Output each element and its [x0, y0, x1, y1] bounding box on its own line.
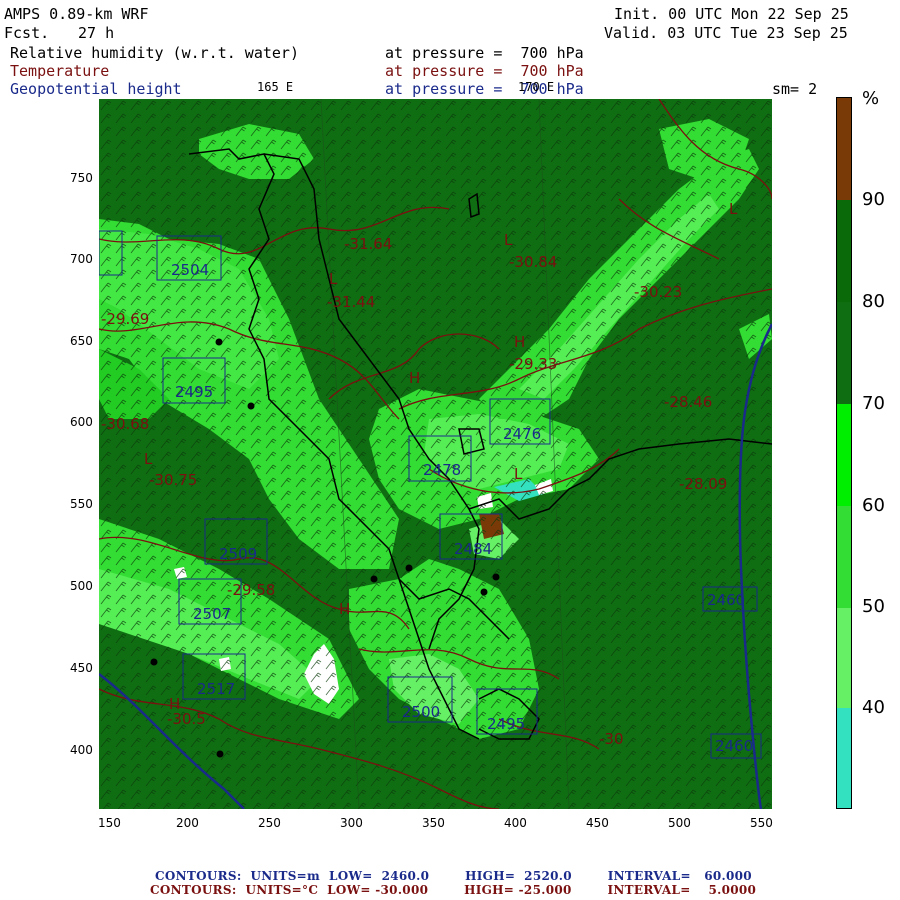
high-marker: H	[169, 695, 180, 713]
x-tick-label: 250	[258, 816, 281, 830]
field-rh: Relative humidity (w.r.t. water)	[10, 44, 299, 62]
height-label: 2460	[715, 737, 753, 755]
x-tick-label: 500	[668, 816, 691, 830]
low-marker: L	[329, 270, 338, 288]
height-label: 2504	[171, 261, 209, 279]
valid-time: Valid. 03 UTC Tue 23 Sep 25	[604, 24, 848, 42]
low-marker: L	[504, 231, 513, 249]
height-label: 2507	[193, 605, 231, 623]
temperature-label: -31.64	[344, 235, 392, 253]
colorbar-label: 60	[862, 495, 885, 516]
high-marker: H	[514, 333, 525, 351]
colorbar-segment-40-50	[837, 608, 851, 708]
forecast-label: Fcst.	[4, 24, 50, 42]
x-tick-label: 200	[176, 816, 199, 830]
lon-label-170: 170 E	[518, 80, 555, 94]
colorbar-label: 40	[862, 697, 885, 718]
temperature-label: -28.09	[679, 475, 727, 493]
temperature-label: -30.23	[634, 283, 682, 301]
low-marker: L	[514, 465, 523, 483]
low-marker: L	[144, 450, 153, 468]
forecast-hour: 27 h	[78, 24, 115, 42]
temperature-label: -30.75	[149, 471, 197, 489]
init-time: Init. 00 UTC Mon 22 Sep 25	[614, 5, 849, 23]
y-tick-label: 500	[70, 579, 93, 593]
height-label: 2509	[219, 545, 257, 563]
map-panel: 2504 2495 2476 2478 2484 2509 2507 2517 …	[99, 99, 772, 809]
colorbar	[836, 97, 852, 809]
field-temperature: Temperature	[10, 62, 110, 80]
lon-label-165: 165 E	[257, 80, 294, 94]
colorbar-segment-30-40	[837, 708, 851, 808]
y-tick-label: 550	[70, 497, 93, 511]
height-label: 2478	[423, 461, 461, 479]
colorbar-segment-90-100	[837, 98, 851, 200]
y-tick-label: 450	[70, 661, 93, 675]
weather-map-page: AMPS 0.89-km WRF Fcst. 27 h Init. 00 UTC…	[0, 0, 900, 900]
height-label: 2500	[402, 703, 440, 721]
x-tick-label: 150	[98, 816, 121, 830]
temperature-label: -30	[599, 730, 624, 748]
height-label: 2484	[454, 540, 492, 558]
height-label: 2460	[707, 591, 745, 609]
high-marker: H	[409, 369, 420, 387]
colorbar-label: 50	[862, 596, 885, 617]
height-label: 2495	[487, 715, 525, 733]
x-tick-label: 300	[340, 816, 363, 830]
height-label: 2495	[175, 383, 213, 401]
colorbar-segment-70-80	[837, 302, 851, 404]
model-title: AMPS 0.89-km WRF	[4, 5, 149, 23]
temperature-label: -28.46	[664, 393, 712, 411]
y-tick-label: 650	[70, 334, 93, 348]
map-graphic: 2504 2495 2476 2478 2484 2509 2507 2517 …	[99, 99, 772, 809]
high-marker: H	[339, 600, 350, 618]
colorbar-segment-50-60	[837, 506, 851, 608]
colorbar-label: 80	[862, 291, 885, 312]
low-marker: L	[729, 200, 738, 218]
y-tick-label: 600	[70, 415, 93, 429]
temperature-label: -29.58	[227, 581, 275, 599]
colorbar-label: 90	[862, 189, 885, 210]
x-tick-label: 400	[504, 816, 527, 830]
colorbar-segment-60-70	[837, 404, 851, 506]
y-tick-label: 700	[70, 252, 93, 266]
colorbar-label: 70	[862, 393, 885, 414]
height-label: 2476	[503, 425, 541, 443]
temperature-label: -30.68	[101, 415, 149, 433]
x-tick-label: 550	[750, 816, 773, 830]
temperature-label: -31.44	[327, 293, 375, 311]
colorbar-unit: %	[862, 88, 880, 109]
temperature-label: -29.33	[509, 355, 557, 373]
height-label: 2517	[197, 680, 235, 698]
colorbar-segment-80-90	[837, 200, 851, 302]
level-rh: at pressure = 700 hPa	[385, 44, 584, 62]
contour-info-temperature: CONTOURS: UNITS=°C LOW= -30.000 HIGH= -2…	[150, 883, 757, 897]
x-tick-label: 350	[422, 816, 445, 830]
field-geopotential: Geopotential height	[10, 80, 182, 98]
temperature-label: -30.84	[509, 253, 557, 271]
x-tick-label: 450	[586, 816, 609, 830]
y-tick-label: 400	[70, 743, 93, 757]
smoothing-label: sm= 2	[772, 80, 818, 98]
y-tick-label: 750	[70, 171, 93, 185]
temperature-label: -29.69	[101, 310, 149, 328]
